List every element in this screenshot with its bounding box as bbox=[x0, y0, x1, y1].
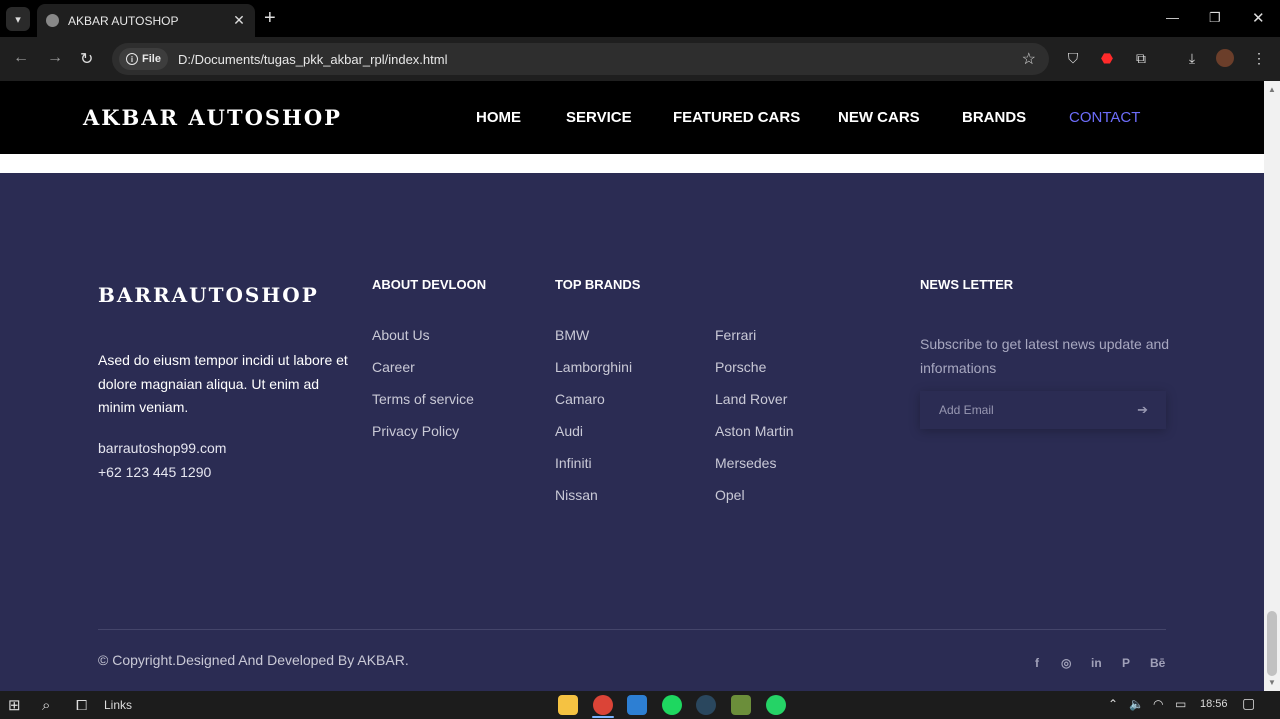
brand-link[interactable]: Camaro bbox=[555, 391, 632, 423]
notification-icon[interactable]: ▢ bbox=[1242, 695, 1255, 712]
whatsapp-icon[interactable] bbox=[766, 695, 786, 715]
brand-link[interactable]: Lamborghini bbox=[555, 359, 632, 391]
reload-icon[interactable]: ↻ bbox=[80, 49, 93, 69]
volume-icon[interactable]: 🔈 bbox=[1129, 697, 1144, 711]
battery-icon[interactable]: ▭ bbox=[1175, 697, 1186, 711]
search-icon[interactable]: ⌕ bbox=[42, 696, 50, 714]
brand-link[interactable]: Opel bbox=[715, 487, 794, 519]
site-info-chip[interactable]: i File bbox=[119, 48, 168, 70]
brand-link[interactable]: Ferrari bbox=[715, 327, 794, 359]
instagram-icon[interactable]: ◎ bbox=[1061, 656, 1071, 670]
brands-title: TOP BRANDS bbox=[555, 277, 641, 292]
browser-tabbar: ▾ AKBAR AUTOSHOP ✕ + — ❐ ✕ bbox=[0, 0, 1280, 37]
footer-description: Ased do eiusm tempor incidi ut labore et… bbox=[98, 352, 348, 415]
windows-start-icon[interactable]: ⊞ bbox=[8, 696, 21, 714]
footer-contact: barrautoshop99.com +62 123 445 1290 bbox=[98, 437, 226, 484]
steam-icon[interactable] bbox=[696, 695, 716, 715]
email-input[interactable] bbox=[920, 403, 1138, 417]
back-arrow-icon[interactable]: ← bbox=[13, 49, 29, 67]
globe-icon bbox=[46, 14, 59, 27]
about-link[interactable]: Privacy Policy bbox=[372, 423, 474, 455]
nav-brands[interactable]: BRANDS bbox=[962, 109, 1026, 126]
brand-link[interactable]: Porsche bbox=[715, 359, 794, 391]
scroll-thumb[interactable] bbox=[1267, 611, 1277, 676]
nav-new-cars[interactable]: NEW CARS bbox=[838, 109, 920, 126]
close-tab-icon[interactable]: ✕ bbox=[229, 12, 249, 29]
facebook-icon[interactable]: f bbox=[1035, 656, 1039, 670]
footer-email[interactable]: barrautoshop99.com bbox=[98, 437, 226, 461]
close-window-button[interactable]: ✕ bbox=[1252, 9, 1265, 27]
site-logo[interactable]: AKBAR AUTOSHOP bbox=[83, 105, 342, 130]
os-taskbar: ⊞ ⌕ ⧠ Links ⌃ 🔈 ◠ ▭ 18:56 ▢ bbox=[0, 691, 1280, 719]
more-menu-icon[interactable]: ⋮ bbox=[1250, 49, 1268, 67]
download-icon[interactable]: ⤓ bbox=[1183, 49, 1201, 67]
nav-service[interactable]: SERVICE bbox=[566, 109, 632, 126]
linkedin-icon[interactable]: in bbox=[1091, 656, 1102, 670]
brands-list-1: BMW Lamborghini Camaro Audi Infiniti Nis… bbox=[555, 327, 632, 519]
arrow-right-icon[interactable]: ➔ bbox=[1137, 402, 1148, 418]
web-page: AKBAR AUTOSHOP HOME SERVICE FEATURED CAR… bbox=[0, 81, 1264, 691]
tray-chevron-up-icon[interactable]: ⌃ bbox=[1108, 697, 1118, 711]
newsletter-title: NEWS LETTER bbox=[920, 277, 1014, 292]
url-text[interactable]: D:/Documents/tugas_pkk_akbar_rpl/index.h… bbox=[178, 52, 1022, 67]
active-app-indicator bbox=[592, 716, 614, 718]
brands-list-2: Ferrari Porsche Land Rover Aston Martin … bbox=[715, 327, 794, 519]
links-toolbar[interactable]: Links bbox=[104, 696, 132, 714]
scroll-down-icon[interactable]: ▼ bbox=[1268, 678, 1276, 687]
about-links: About Us Career Terms of service Privacy… bbox=[372, 327, 474, 455]
brand-link[interactable]: Infiniti bbox=[555, 455, 632, 487]
chrome-icon[interactable] bbox=[593, 695, 613, 715]
brand-link[interactable]: Mersedes bbox=[715, 455, 794, 487]
tab-title: AKBAR AUTOSHOP bbox=[68, 13, 179, 28]
bookmark-star-icon[interactable]: ☆ bbox=[1022, 49, 1036, 69]
shield-extension-icon[interactable]: ⛉ bbox=[1064, 49, 1082, 67]
about-title: ABOUT DEVLOON bbox=[372, 277, 487, 292]
forward-arrow-icon[interactable]: → bbox=[47, 49, 63, 67]
pinterest-icon[interactable]: P bbox=[1122, 656, 1130, 670]
footer-phone[interactable]: +62 123 445 1290 bbox=[98, 461, 226, 485]
profile-avatar[interactable] bbox=[1216, 49, 1234, 67]
footer-divider bbox=[98, 629, 1166, 630]
newsletter-description: Subscribe to get latest news update and … bbox=[920, 336, 1170, 376]
adblock-extension-icon[interactable]: ⬣ bbox=[1098, 49, 1116, 67]
info-icon: i bbox=[126, 53, 138, 65]
browser-toolbar: ← → ↻ i File D:/Documents/tugas_pkk_akba… bbox=[0, 37, 1280, 81]
minecraft-icon[interactable] bbox=[731, 695, 751, 715]
file-explorer-icon[interactable] bbox=[558, 695, 578, 715]
behance-icon[interactable]: Bē bbox=[1150, 656, 1165, 670]
about-link[interactable]: Terms of service bbox=[372, 391, 474, 423]
clock[interactable]: 18:56 bbox=[1200, 698, 1228, 710]
nav-contact[interactable]: CONTACT bbox=[1069, 109, 1140, 126]
vscode-icon[interactable] bbox=[627, 695, 647, 715]
brand-link[interactable]: Audi bbox=[555, 423, 632, 455]
copyright-text: © Copyright.Designed And Developed By AK… bbox=[98, 652, 409, 668]
task-view-icon[interactable]: ⧠ bbox=[76, 696, 87, 714]
nav-featured-cars[interactable]: FEATURED CARS bbox=[673, 109, 800, 126]
address-bar[interactable]: i File D:/Documents/tugas_pkk_akbar_rpl/… bbox=[112, 43, 1049, 75]
spotify-icon[interactable] bbox=[662, 695, 682, 715]
brand-link[interactable]: Land Rover bbox=[715, 391, 794, 423]
footer-logo: BARRAUTOSHOP bbox=[98, 283, 319, 307]
page-scrollbar[interactable]: ▲ ▼ bbox=[1264, 81, 1280, 691]
nav-home[interactable]: HOME bbox=[476, 109, 521, 126]
newsletter-form: ➔ bbox=[920, 391, 1166, 429]
about-link[interactable]: About Us bbox=[372, 327, 474, 359]
brand-link[interactable]: BMW bbox=[555, 327, 632, 359]
extensions-puzzle-icon[interactable]: ⧉ bbox=[1132, 49, 1150, 67]
scroll-up-icon[interactable]: ▲ bbox=[1268, 85, 1276, 94]
site-header: AKBAR AUTOSHOP HOME SERVICE FEATURED CAR… bbox=[0, 81, 1264, 154]
tab-search-button[interactable]: ▾ bbox=[6, 7, 30, 31]
site-footer: BARRAUTOSHOP Ased do eiusm tempor incidi… bbox=[0, 173, 1264, 691]
brand-link[interactable]: Nissan bbox=[555, 487, 632, 519]
brand-link[interactable]: Aston Martin bbox=[715, 423, 794, 455]
new-tab-button[interactable]: + bbox=[264, 8, 276, 28]
about-link[interactable]: Career bbox=[372, 359, 474, 391]
wifi-icon[interactable]: ◠ bbox=[1153, 697, 1163, 711]
restore-button[interactable]: ❐ bbox=[1209, 10, 1221, 26]
browser-tab[interactable]: AKBAR AUTOSHOP ✕ bbox=[37, 4, 255, 37]
minimize-button[interactable]: — bbox=[1166, 10, 1179, 25]
